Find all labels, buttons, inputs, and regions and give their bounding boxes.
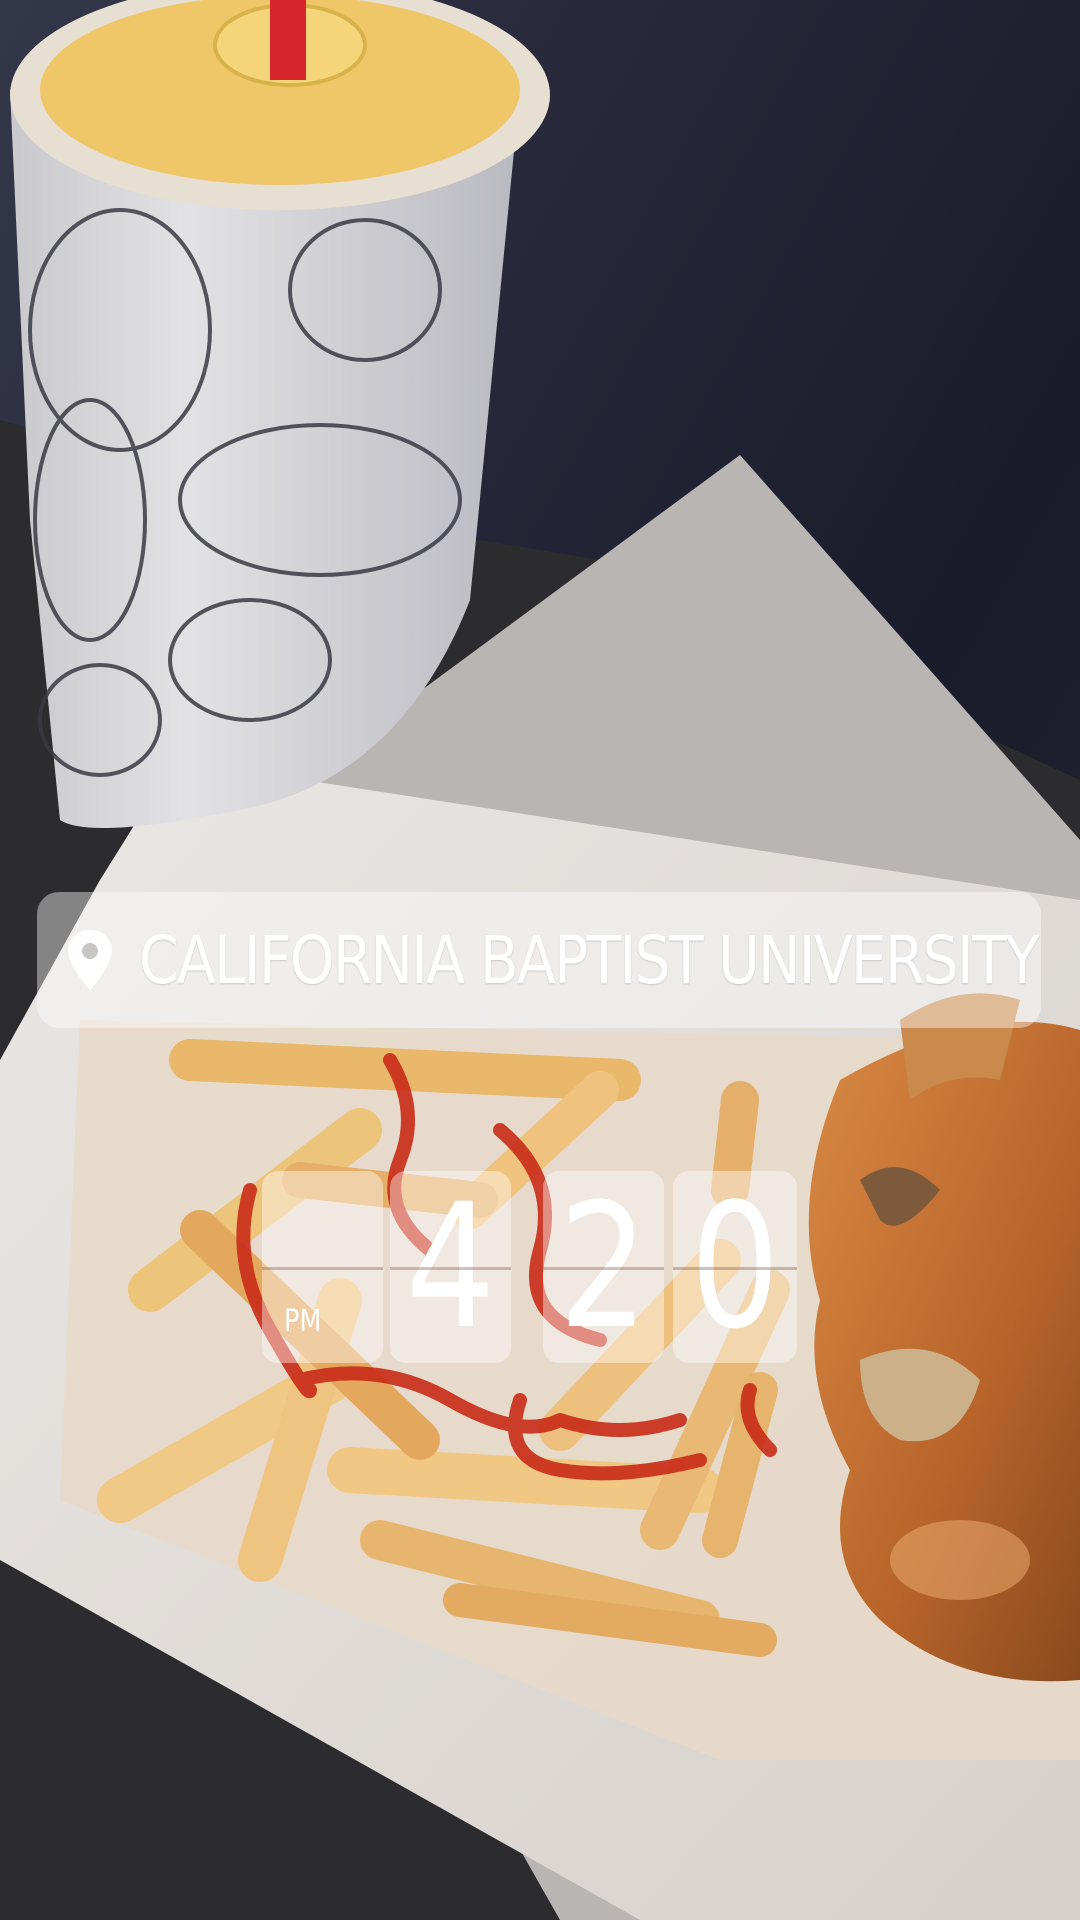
location-label: CALIFORNIA BAPTIST UNIVERSITY (139, 921, 1040, 999)
time-sticker[interactable]: PM 4 2 0 (262, 1171, 797, 1363)
minute-tens-digit: 2 (558, 1171, 649, 1363)
period-label: PM (284, 1304, 322, 1339)
hour-digit: 4 (405, 1171, 496, 1363)
minute-ones-tile: 0 (673, 1171, 797, 1363)
minute-tens-tile: 2 (543, 1171, 664, 1363)
minute-ones-digit: 0 (690, 1171, 780, 1363)
period-tile: PM (262, 1171, 383, 1363)
location-sticker[interactable]: CALIFORNIA BAPTIST UNIVERSITY (37, 892, 1041, 1028)
map-pin-icon (68, 930, 112, 990)
hour-tile: 4 (390, 1171, 511, 1363)
